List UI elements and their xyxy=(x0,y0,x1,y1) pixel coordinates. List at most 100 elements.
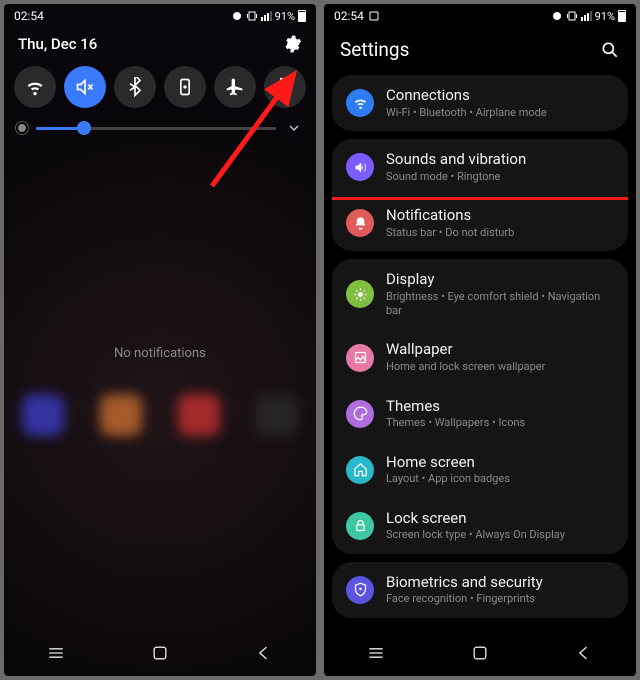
vibrate-icon xyxy=(246,10,258,22)
portrait-lock-icon xyxy=(175,77,195,97)
home-button[interactable] xyxy=(150,643,170,663)
settings-group: ConnectionsWi-Fi • Bluetooth • Airplane … xyxy=(332,75,628,131)
settings-row-wifi[interactable]: ConnectionsWi-Fi • Bluetooth • Airplane … xyxy=(332,75,628,131)
settings-group: Sounds and vibrationSound mode • Rington… xyxy=(332,139,628,251)
shield-icon xyxy=(346,576,374,604)
nav-bar xyxy=(4,630,316,676)
brightness-slider[interactable] xyxy=(36,127,276,130)
row-subtitle: Brightness • Eye comfort shield • Naviga… xyxy=(386,290,614,319)
home-icon xyxy=(346,456,374,484)
blurred-home-preview xyxy=(4,394,316,436)
status-icons: 91% xyxy=(551,10,626,23)
status-icons: 91% xyxy=(231,10,306,23)
toggle-bluetooth[interactable] xyxy=(114,66,156,108)
row-text: DisplayBrightness • Eye comfort shield •… xyxy=(386,270,614,318)
display-icon xyxy=(346,280,374,308)
status-bar: 02:54 91% xyxy=(324,4,636,28)
row-title: Sounds and vibration xyxy=(386,150,614,169)
bell-icon xyxy=(346,209,374,237)
status-time: 02:54 xyxy=(334,9,364,23)
settings-group: Biometrics and securityFace recognition … xyxy=(332,562,628,618)
settings-group: DisplayBrightness • Eye comfort shield •… xyxy=(332,259,628,554)
signal-icon xyxy=(261,11,272,21)
row-subtitle: Sound mode • Ringtone xyxy=(386,170,614,184)
settings-list[interactable]: ConnectionsWi-Fi • Bluetooth • Airplane … xyxy=(324,75,636,618)
back-button[interactable] xyxy=(574,643,594,663)
brightness-slider-row xyxy=(4,114,316,146)
lock-icon xyxy=(346,512,374,540)
expand-panel-icon[interactable] xyxy=(286,120,302,136)
row-title: Notifications xyxy=(386,206,614,225)
row-text: WallpaperHome and lock screen wallpaper xyxy=(386,340,614,374)
status-time: 02:54 xyxy=(14,9,44,23)
toggle-airplane[interactable] xyxy=(214,66,256,108)
sound-icon xyxy=(346,153,374,181)
settings-row-themes[interactable]: ThemesThemes • Wallpapers • Icons xyxy=(332,386,628,442)
toggle-flashlight[interactable] xyxy=(264,66,306,108)
alarm-icon xyxy=(231,10,243,22)
row-title: Lock screen xyxy=(386,509,614,528)
screenshot-icon xyxy=(368,10,380,22)
row-title: Display xyxy=(386,270,614,289)
brightness-icon xyxy=(18,124,26,132)
wifi-icon xyxy=(25,77,45,97)
themes-icon xyxy=(346,400,374,428)
settings-row-lock[interactable]: Lock screenScreen lock type • Always On … xyxy=(332,498,628,554)
page-title: Settings xyxy=(340,38,409,61)
no-notifications-label: No notifications xyxy=(4,346,316,361)
settings-row-bell[interactable]: NotificationsStatus bar • Do not disturb xyxy=(332,195,628,251)
toggle-rotation-lock[interactable] xyxy=(164,66,206,108)
battery-pct: 91% xyxy=(275,10,295,23)
nav-bar xyxy=(324,630,636,676)
settings-row-home[interactable]: Home screenLayout • App icon badges xyxy=(332,442,628,498)
alarm-icon xyxy=(551,10,563,22)
phone-settings: 02:54 91% Settings ConnectionsWi-Fi • Bl… xyxy=(324,4,636,676)
bluetooth-icon xyxy=(125,77,145,97)
row-subtitle: Status bar • Do not disturb xyxy=(386,226,614,240)
signal-icon xyxy=(581,11,592,21)
row-subtitle: Face recognition • Fingerprints xyxy=(386,592,614,606)
quick-toggles-row xyxy=(4,56,316,114)
quick-panel-header: Thu, Dec 16 xyxy=(4,28,316,56)
back-button[interactable] xyxy=(254,643,274,663)
row-text: ThemesThemes • Wallpapers • Icons xyxy=(386,397,614,431)
battery-icon xyxy=(298,10,306,22)
row-title: Biometrics and security xyxy=(386,573,614,592)
row-subtitle: Home and lock screen wallpaper xyxy=(386,360,614,374)
battery-icon xyxy=(618,10,626,22)
status-bar: 02:54 91% xyxy=(4,4,316,28)
settings-header: Settings xyxy=(324,28,636,75)
row-title: Home screen xyxy=(386,453,614,472)
row-text: Biometrics and securityFace recognition … xyxy=(386,573,614,607)
battery-pct: 91% xyxy=(595,10,615,23)
row-text: ConnectionsWi-Fi • Bluetooth • Airplane … xyxy=(386,86,614,120)
wallpaper-icon xyxy=(346,344,374,372)
recents-button[interactable] xyxy=(46,643,66,663)
settings-row-sound[interactable]: Sounds and vibrationSound mode • Rington… xyxy=(332,139,628,195)
recents-button[interactable] xyxy=(366,643,386,663)
settings-row-wallpaper[interactable]: WallpaperHome and lock screen wallpaper xyxy=(332,329,628,385)
row-subtitle: Themes • Wallpapers • Icons xyxy=(386,416,614,430)
settings-row-shield[interactable]: Biometrics and securityFace recognition … xyxy=(332,562,628,618)
date-label: Thu, Dec 16 xyxy=(18,35,97,53)
row-title: Connections xyxy=(386,86,614,105)
row-subtitle: Layout • App icon badges xyxy=(386,472,614,486)
home-button[interactable] xyxy=(470,643,490,663)
row-subtitle: Screen lock type • Always On Display xyxy=(386,528,614,542)
row-text: Sounds and vibrationSound mode • Rington… xyxy=(386,150,614,184)
settings-gear-icon[interactable] xyxy=(282,34,302,54)
row-text: NotificationsStatus bar • Do not disturb xyxy=(386,206,614,240)
row-subtitle: Wi-Fi • Bluetooth • Airplane mode xyxy=(386,106,614,120)
toggle-wifi[interactable] xyxy=(14,66,56,108)
settings-row-display[interactable]: DisplayBrightness • Eye comfort shield •… xyxy=(332,259,628,329)
toggle-sound[interactable] xyxy=(64,66,106,108)
row-title: Themes xyxy=(386,397,614,416)
row-title: Wallpaper xyxy=(386,340,614,359)
mute-icon xyxy=(75,77,95,97)
airplane-icon xyxy=(225,77,245,97)
phone-quick-panel: 02:54 91% Thu, Dec 16 No notifications xyxy=(4,4,316,676)
vibrate-icon xyxy=(566,10,578,22)
row-text: Lock screenScreen lock type • Always On … xyxy=(386,509,614,543)
search-icon[interactable] xyxy=(600,40,620,60)
flashlight-icon xyxy=(275,77,295,97)
